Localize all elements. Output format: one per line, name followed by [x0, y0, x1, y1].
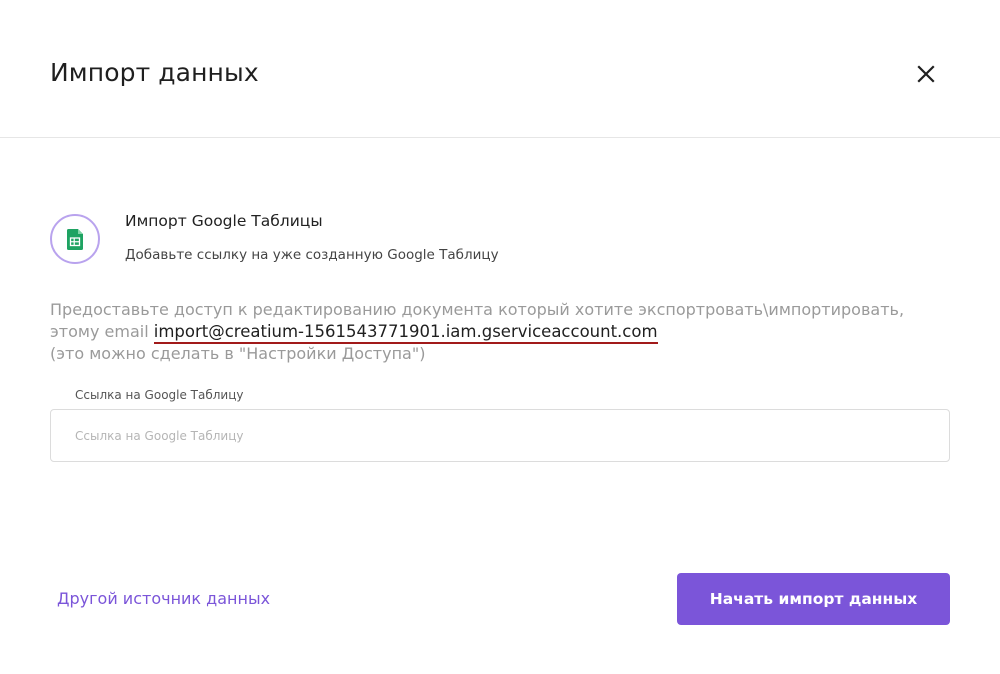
url-field-label: Ссылка на Google Таблицу: [75, 388, 244, 402]
dialog-title: Импорт данных: [50, 58, 259, 87]
close-icon: [917, 65, 935, 83]
service-account-email[interactable]: import@creatium-1561543771901.iam.gservi…: [153, 322, 658, 344]
source-subtitle: Добавьте ссылку на уже созданную Google …: [125, 247, 499, 263]
instructions-email-prefix: этому email: [50, 322, 154, 341]
other-source-link[interactable]: Другой источник данных: [57, 589, 270, 608]
instructions-line-2: этому email import@creatium-156154377190…: [50, 321, 950, 344]
start-import-button[interactable]: Начать импорт данных: [677, 573, 950, 625]
import-dialog: Импорт данных Импорт Google Таблицы Доба…: [0, 0, 1000, 674]
access-instructions: Предоставьте доступ к редактированию док…: [50, 299, 950, 365]
sheet-url-input[interactable]: [50, 409, 950, 462]
instructions-line-3: (это можно сделать в "Настройки Доступа"…: [50, 344, 426, 363]
instructions-line-1: Предоставьте доступ к редактированию док…: [50, 300, 905, 319]
close-button[interactable]: [910, 58, 942, 90]
dialog-header: Импорт данных: [0, 0, 1000, 138]
google-sheets-icon: [67, 228, 83, 250]
source-icon-badge: [50, 214, 100, 264]
source-title: Импорт Google Таблицы: [125, 212, 323, 230]
